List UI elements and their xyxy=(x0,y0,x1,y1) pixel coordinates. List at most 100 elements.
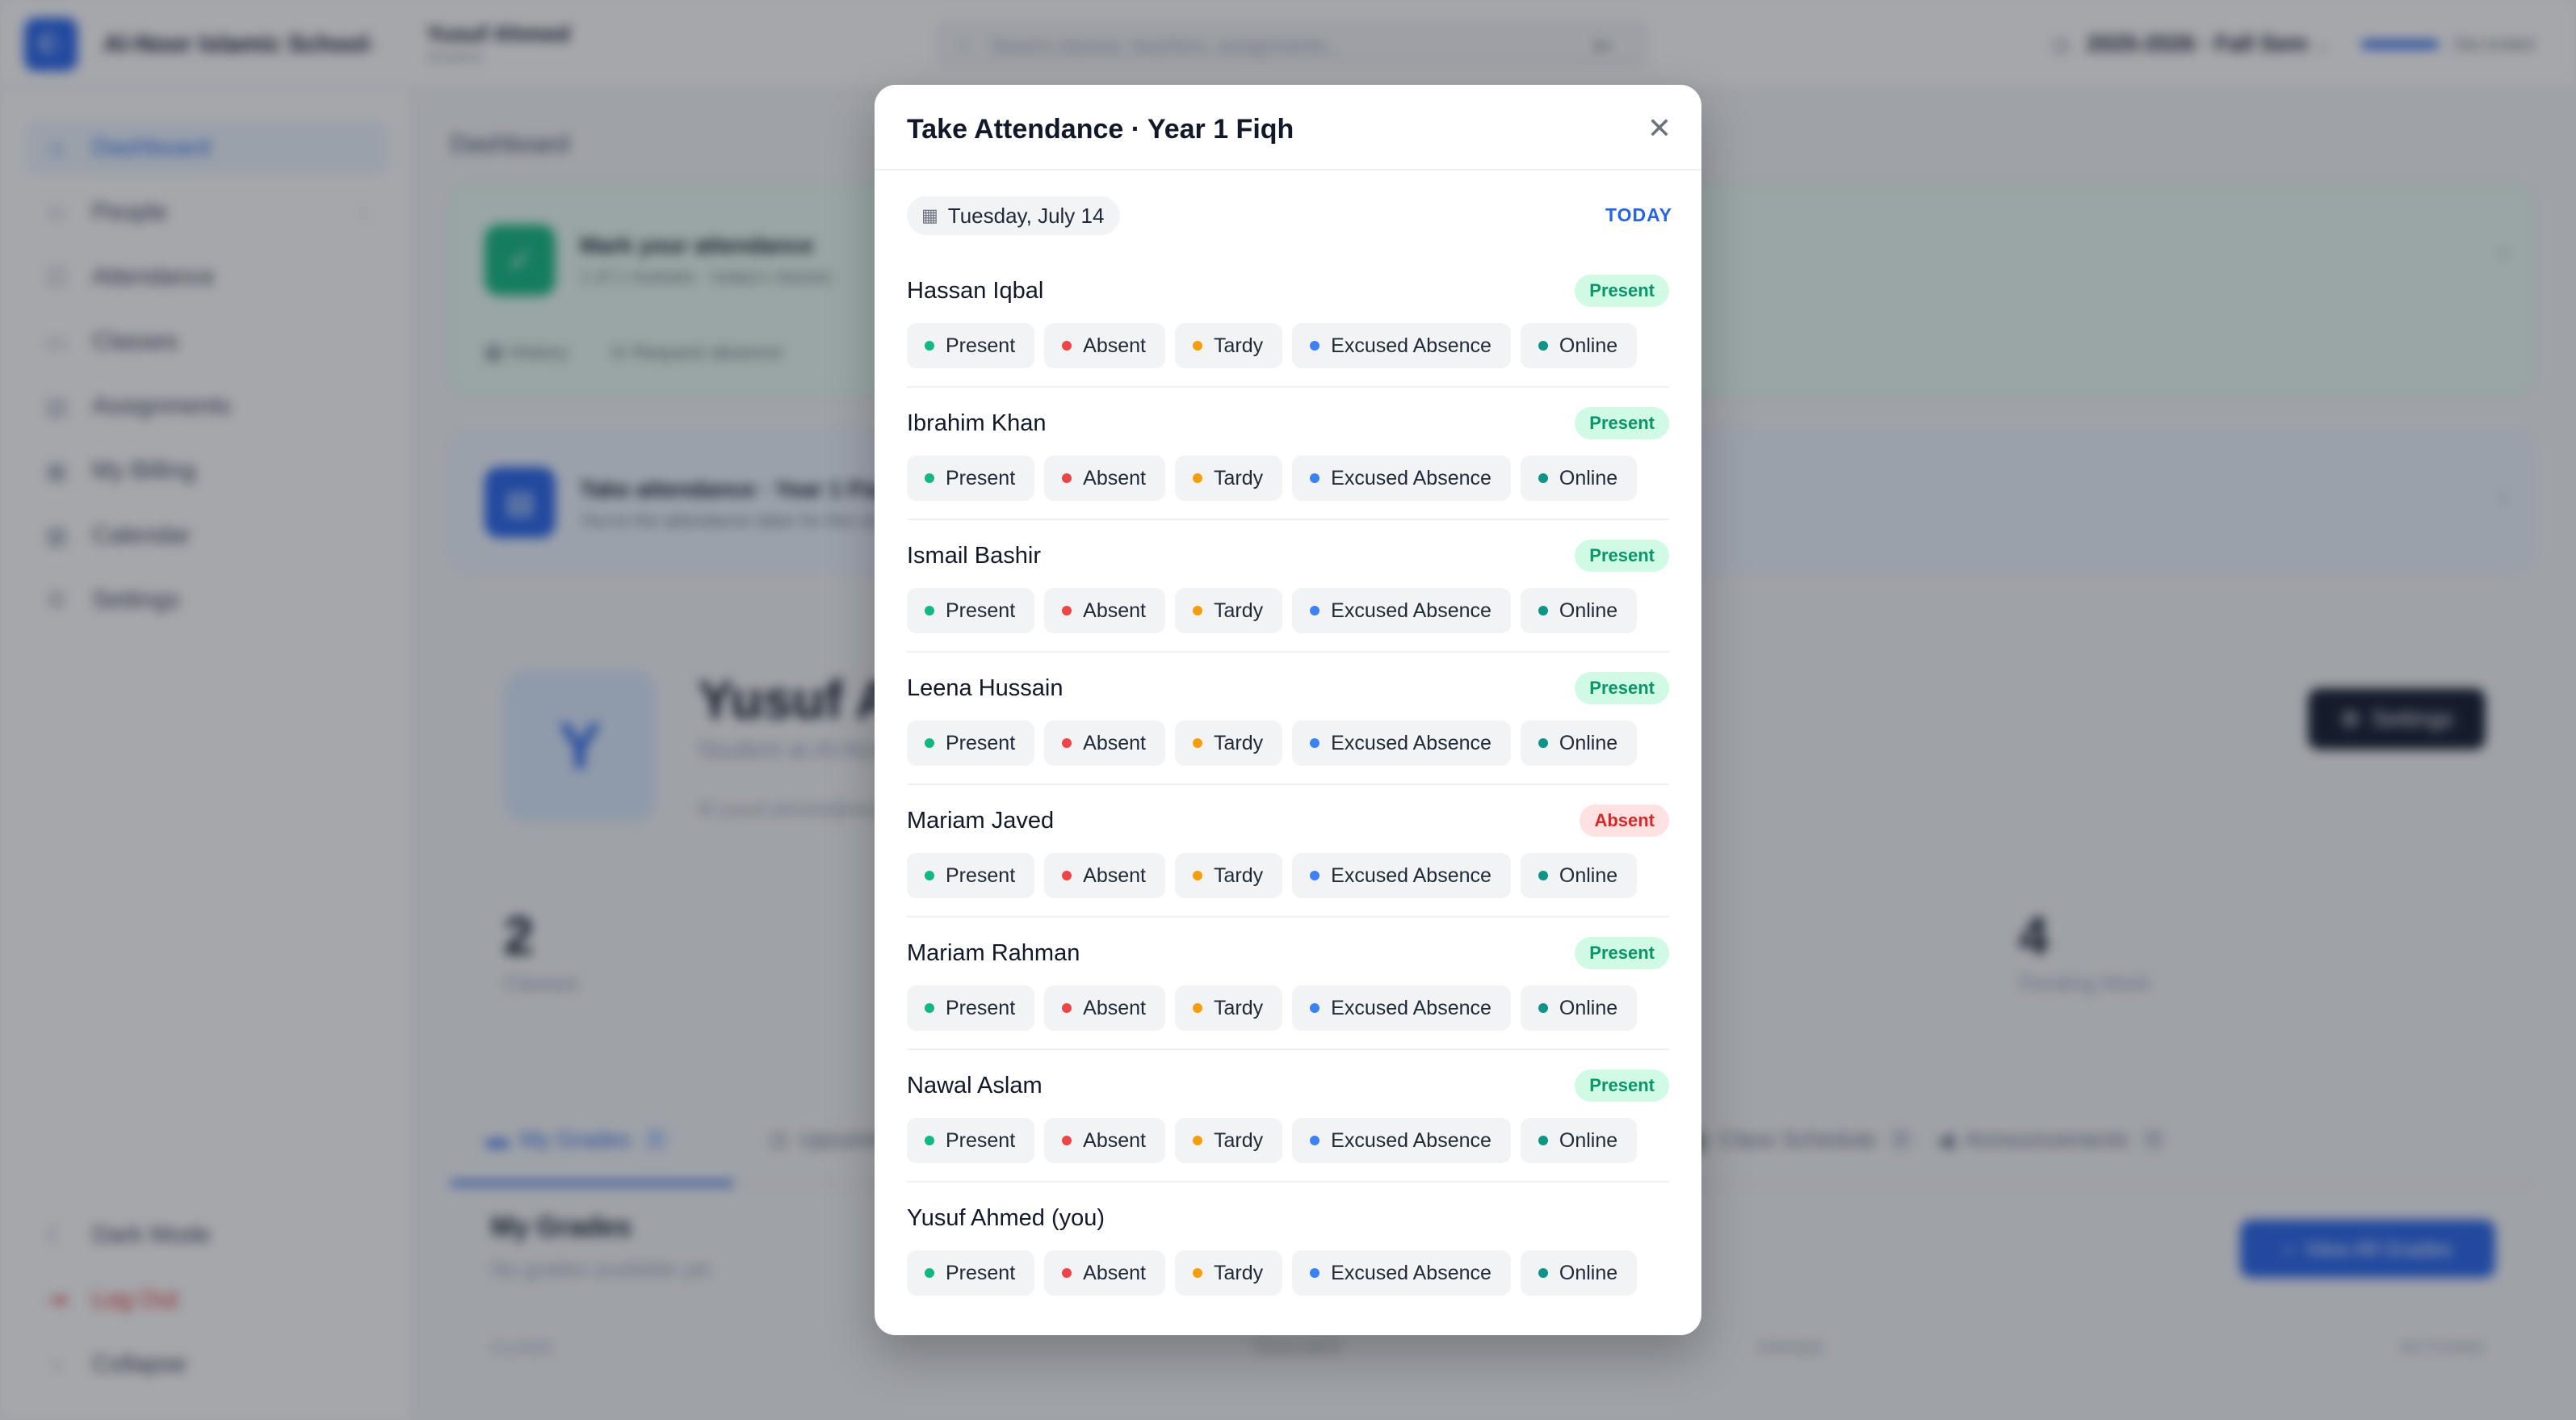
attendance-option-online[interactable]: Online xyxy=(1520,1250,1638,1296)
attendance-options: Present Absent Tardy Excused Absence Online xyxy=(907,1250,1638,1296)
attendance-option-online[interactable]: Online xyxy=(1520,1118,1638,1163)
student-name: Mariam Rahman xyxy=(907,940,1080,966)
status-dot-icon xyxy=(1310,606,1320,615)
status-badge: Present xyxy=(1575,540,1669,572)
status-dot-icon xyxy=(1062,1003,1072,1013)
student-row: Leena Hussain Present Present Absent Tardy Ex… xyxy=(907,653,1669,785)
attendance-option-label: Tardy xyxy=(1214,466,1264,489)
attendance-option-online[interactable]: Online xyxy=(1520,853,1638,898)
attendance-option-absent[interactable]: Absent xyxy=(1044,456,1166,501)
attendance-option-tardy[interactable]: Tardy xyxy=(1175,1250,1283,1296)
status-dot-icon xyxy=(1193,606,1203,615)
status-badge: Absent xyxy=(1580,805,1669,837)
attendance-option-label: Absent xyxy=(1083,731,1147,754)
attendance-option-absent[interactable]: Absent xyxy=(1044,1118,1166,1163)
status-dot-icon xyxy=(1193,1003,1203,1013)
calendar-icon: ▦ xyxy=(921,205,938,225)
status-badge: Present xyxy=(1575,407,1669,439)
attendance-option-excused-absence[interactable]: Excused Absence xyxy=(1292,323,1511,368)
status-dot-icon xyxy=(1193,341,1203,351)
status-badge: Present xyxy=(1575,672,1669,704)
attendance-option-label: Excused Absence xyxy=(1331,1128,1491,1152)
attendance-option-present[interactable]: Present xyxy=(907,588,1035,633)
attendance-option-present[interactable]: Present xyxy=(907,456,1035,501)
attendance-option-label: Absent xyxy=(1083,1128,1147,1152)
attendance-option-online[interactable]: Online xyxy=(1520,985,1638,1031)
attendance-option-tardy[interactable]: Tardy xyxy=(1175,323,1283,368)
attendance-option-present[interactable]: Present xyxy=(907,853,1035,898)
student-row: Mariam Rahman Present Present Absent Tardy Ex… xyxy=(907,918,1669,1050)
attendance-options: Present Absent Tardy Excused Absence Online xyxy=(907,853,1638,898)
attendance-option-label: Online xyxy=(1559,334,1618,357)
attendance-options: Present Absent Tardy Excused Absence Online xyxy=(907,323,1638,368)
attendance-option-online[interactable]: Online xyxy=(1520,456,1638,501)
attendance-option-present[interactable]: Present xyxy=(907,1118,1035,1163)
attendance-option-tardy[interactable]: Tardy xyxy=(1175,853,1283,898)
attendance-option-label: Excused Absence xyxy=(1331,334,1491,357)
date-picker[interactable]: ▦ Tuesday, July 14 xyxy=(907,196,1121,235)
attendance-option-absent[interactable]: Absent xyxy=(1044,1250,1166,1296)
student-row: Yusuf Ahmed (you) Present Absent Tardy Excus… xyxy=(907,1183,1669,1315)
attendance-option-label: Absent xyxy=(1083,466,1147,489)
status-dot-icon xyxy=(1538,473,1548,483)
attendance-option-present[interactable]: Present xyxy=(907,721,1035,766)
student-name: Ibrahim Khan xyxy=(907,410,1047,436)
attendance-option-present[interactable]: Present xyxy=(907,1250,1035,1296)
attendance-option-present[interactable]: Present xyxy=(907,323,1035,368)
attendance-option-absent[interactable]: Absent xyxy=(1044,323,1166,368)
attendance-option-label: Online xyxy=(1559,863,1618,887)
attendance-option-tardy[interactable]: Tardy xyxy=(1175,588,1283,633)
attendance-option-tardy[interactable]: Tardy xyxy=(1175,721,1283,766)
status-dot-icon xyxy=(925,1136,934,1145)
attendance-option-online[interactable]: Online xyxy=(1520,323,1638,368)
attendance-option-label: Present xyxy=(946,731,1016,754)
date-label: Tuesday, July 14 xyxy=(947,203,1105,228)
attendance-option-absent[interactable]: Absent xyxy=(1044,985,1166,1031)
status-dot-icon xyxy=(925,1268,934,1278)
attendance-option-online[interactable]: Online xyxy=(1520,588,1638,633)
attendance-options: Present Absent Tardy Excused Absence Online xyxy=(907,456,1638,501)
attendance-option-label: Online xyxy=(1559,996,1618,1019)
attendance-option-absent[interactable]: Absent xyxy=(1044,588,1166,633)
modal-title: Take Attendance · Year 1 Fiqh xyxy=(907,114,1294,145)
status-dot-icon xyxy=(1193,738,1203,748)
attendance-option-label: Tardy xyxy=(1214,1128,1264,1152)
status-badge: Present xyxy=(1575,1069,1669,1102)
attendance-option-absent[interactable]: Absent xyxy=(1044,721,1166,766)
attendance-option-excused-absence[interactable]: Excused Absence xyxy=(1292,1250,1511,1296)
status-dot-icon xyxy=(1538,606,1548,615)
attendance-option-label: Online xyxy=(1559,731,1618,754)
status-dot-icon xyxy=(1310,871,1320,880)
attendance-option-tardy[interactable]: Tardy xyxy=(1175,985,1283,1031)
attendance-option-excused-absence[interactable]: Excused Absence xyxy=(1292,1118,1511,1163)
attendance-option-label: Excused Absence xyxy=(1331,599,1491,622)
attendance-option-label: Tardy xyxy=(1214,863,1264,887)
attendance-option-label: Absent xyxy=(1083,334,1147,357)
status-dot-icon xyxy=(1310,1268,1320,1278)
status-dot-icon xyxy=(1310,1003,1320,1013)
attendance-option-excused-absence[interactable]: Excused Absence xyxy=(1292,588,1511,633)
today-button[interactable]: TODAY xyxy=(1605,204,1672,226)
attendance-option-excused-absence[interactable]: Excused Absence xyxy=(1292,853,1511,898)
status-dot-icon xyxy=(1538,1268,1548,1278)
attendance-option-tardy[interactable]: Tardy xyxy=(1175,1118,1283,1163)
close-icon[interactable]: ✕ xyxy=(1645,114,1674,143)
status-badge: Present xyxy=(1575,275,1669,307)
status-dot-icon xyxy=(925,1003,934,1013)
attendance-option-online[interactable]: Online xyxy=(1520,721,1638,766)
attendance-option-label: Tardy xyxy=(1214,996,1264,1019)
attendance-option-excused-absence[interactable]: Excused Absence xyxy=(1292,721,1511,766)
attendance-option-label: Present xyxy=(946,334,1016,357)
status-dot-icon xyxy=(1310,738,1320,748)
attendance-option-label: Present xyxy=(946,466,1016,489)
attendance-option-absent[interactable]: Absent xyxy=(1044,853,1166,898)
attendance-option-label: Excused Absence xyxy=(1331,1261,1491,1284)
attendance-option-present[interactable]: Present xyxy=(907,985,1035,1031)
attendance-option-tardy[interactable]: Tardy xyxy=(1175,456,1283,501)
attendance-option-excused-absence[interactable]: Excused Absence xyxy=(1292,456,1511,501)
status-dot-icon xyxy=(1538,1136,1548,1145)
status-dot-icon xyxy=(1062,473,1072,483)
attendance-options: Present Absent Tardy Excused Absence Online xyxy=(907,1118,1638,1163)
attendance-option-label: Online xyxy=(1559,599,1618,622)
attendance-option-excused-absence[interactable]: Excused Absence xyxy=(1292,985,1511,1031)
